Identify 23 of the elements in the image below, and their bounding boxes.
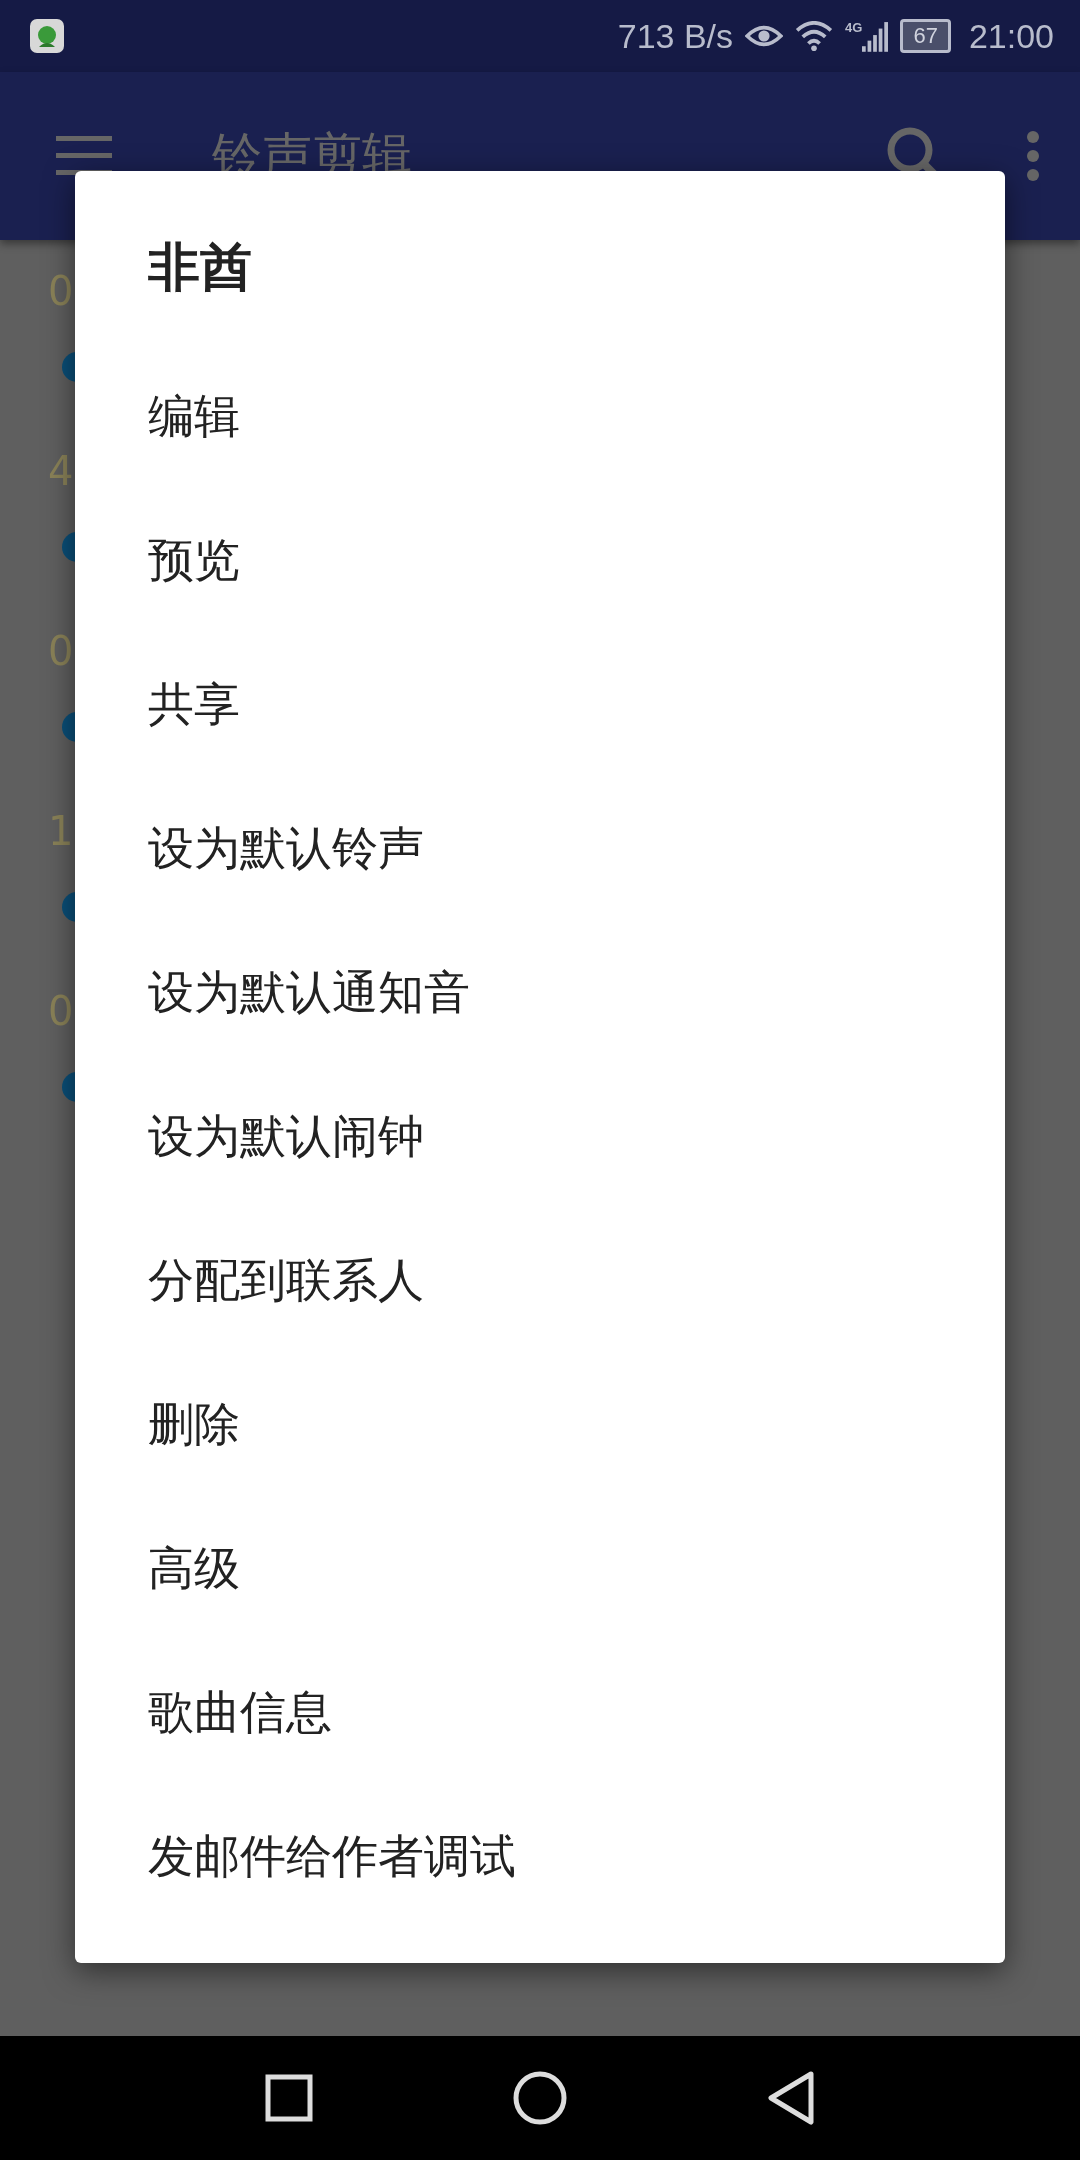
menu-item[interactable]: 分配到联系人 [148, 1209, 424, 1353]
clock: 21:00 [968, 16, 1054, 56]
app-icon [30, 19, 64, 53]
more-icon[interactable] [1026, 130, 1040, 182]
menu-item[interactable]: 预览 [148, 489, 240, 633]
menu-item[interactable]: 发邮件给作者调试 [148, 1785, 516, 1929]
dialog-title: 非酋 [148, 236, 252, 299]
menu-item[interactable]: 歌曲信息 [148, 1641, 332, 1785]
square-icon[interactable] [265, 2074, 313, 2122]
battery-level: 67 [913, 23, 938, 49]
network-type: 4G [845, 20, 863, 35]
menu-item[interactable]: 高级 [148, 1497, 240, 1641]
menu-item[interactable]: 设为默认闹钟 [148, 1065, 424, 1209]
menu-item[interactable]: 删除 [148, 1353, 240, 1497]
back-icon[interactable] [767, 2071, 815, 2125]
signal-icon [862, 20, 889, 52]
menu-item[interactable]: 设为默认通知音 [148, 921, 470, 1065]
circle-icon[interactable] [513, 2071, 567, 2125]
wifi-icon [795, 21, 834, 51]
network-speed: 713 B/s [617, 16, 734, 56]
menu-item[interactable]: 共享 [148, 633, 240, 777]
menu-item[interactable]: 设为默认铃声 [148, 777, 424, 921]
menu-item[interactable]: 编辑 [148, 345, 240, 489]
